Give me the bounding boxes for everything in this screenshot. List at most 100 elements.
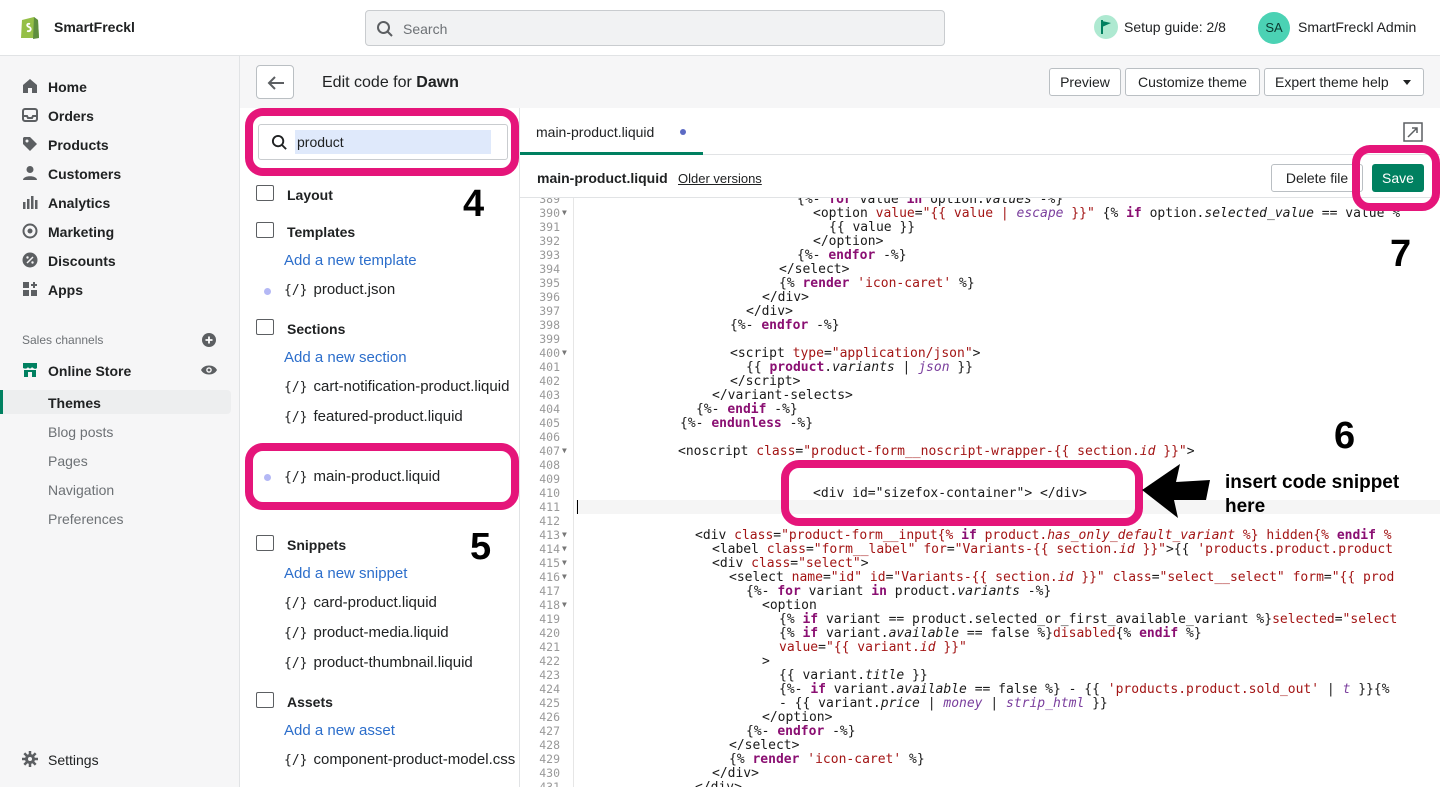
delete-file-button[interactable]: Delete file [1271, 164, 1363, 192]
sidebar-item-settings[interactable]: Settings [0, 745, 240, 773]
line-number: 417 [539, 584, 560, 598]
code-line: </variant-selects> [712, 388, 853, 403]
home-icon [23, 79, 37, 93]
code-line: <noscript class="product-form__noscript-… [678, 444, 1195, 459]
shopify-logo-icon[interactable] [18, 14, 42, 40]
sidebar-item-products[interactable]: Products [0, 130, 240, 158]
search-input[interactable]: Search [365, 10, 945, 46]
file-item[interactable]: {/} product.json [284, 281, 395, 298]
sidebar-item-label: Apps [48, 282, 83, 298]
top-bar: SmartFreckl Search Setup guide: 2/8 SA S… [0, 0, 1440, 56]
add-sales-channel-icon[interactable] [202, 333, 216, 347]
code-line: </select> [779, 262, 850, 277]
customize-theme-button[interactable]: Customize theme [1125, 68, 1260, 96]
tab-main-product[interactable]: main-product.liquid [536, 124, 654, 140]
fold-toggle-icon[interactable]: ▼ [562, 530, 567, 539]
highlight-ring-snippet [781, 460, 1143, 526]
sidebar-item-orders[interactable]: Orders [0, 101, 240, 129]
code-line: > [762, 654, 770, 669]
code-line: {%- endif -%} [696, 402, 798, 417]
line-number: 404 [539, 402, 560, 416]
sidebar-item-home[interactable]: Home [0, 72, 240, 100]
preview-button[interactable]: Preview [1049, 68, 1121, 96]
sidebar-item-pages[interactable]: Pages [48, 453, 88, 469]
file-name: product-thumbnail.liquid [313, 654, 473, 671]
add-section-link[interactable]: Add a new section [284, 349, 407, 366]
code-file-icon: {/} [284, 596, 308, 611]
folder-open-icon [256, 222, 274, 238]
line-number: 393 [539, 248, 560, 262]
store-name[interactable]: SmartFreckl [54, 19, 135, 35]
add-asset-link[interactable]: Add a new asset [284, 722, 395, 739]
older-versions-link[interactable]: Older versions [678, 171, 762, 186]
line-number: 392 [539, 234, 560, 248]
fold-toggle-icon[interactable]: ▼ [562, 572, 567, 581]
line-number: 405 [539, 416, 560, 430]
orders-icon [22, 108, 38, 122]
line-number: 430 [539, 766, 560, 780]
sidebar-item-themes[interactable]: Themes [48, 395, 101, 411]
fold-toggle-icon[interactable]: ▼ [562, 544, 567, 553]
sidebar-item-label: Products [48, 137, 109, 153]
line-number: 420 [539, 626, 560, 640]
line-number: 425 [539, 696, 560, 710]
code-line: <option [762, 598, 817, 613]
file-item[interactable]: {/} featured-product.liquid [284, 408, 463, 425]
fold-toggle-icon[interactable]: ▼ [562, 558, 567, 567]
line-number: 427 [539, 724, 560, 738]
avatar[interactable]: SA [1258, 12, 1290, 44]
page-title-prefix: Edit code for [322, 74, 412, 91]
setup-guide-label: Setup guide: 2/8 [1124, 19, 1226, 35]
line-number: 423 [539, 668, 560, 682]
sidebar-item-preferences[interactable]: Preferences [48, 511, 123, 527]
sidebar-item-blog-posts[interactable]: Blog posts [48, 424, 113, 440]
code-line: </select> [729, 738, 800, 753]
sidebar-item-navigation[interactable]: Navigation [48, 482, 114, 498]
code-line: <option value="{{ value | escape }}" {% … [813, 206, 1401, 221]
code-line: </script> [730, 374, 801, 389]
sidebar-item-marketing[interactable]: Marketing [0, 217, 240, 245]
line-number: 410 [539, 486, 560, 500]
eye-icon[interactable] [200, 363, 218, 377]
sidebar-item-customers[interactable]: Customers [0, 159, 240, 187]
code-line: </option> [762, 710, 833, 725]
line-number: 394 [539, 262, 560, 276]
line-number: 406 [539, 430, 560, 444]
file-item[interactable]: {/} product-thumbnail.liquid [284, 654, 473, 671]
file-item[interactable]: {/} component-product-model.css [284, 751, 515, 768]
pointer-arrow-icon [1142, 464, 1210, 518]
file-item[interactable]: {/} product-media.liquid [284, 624, 449, 641]
code-line: </div> [695, 780, 742, 787]
code-file-icon: {/} [284, 410, 308, 425]
line-number: 409 [539, 472, 560, 486]
unsaved-dot [680, 129, 686, 135]
code-line: {%- endfor -%} [746, 724, 856, 739]
sidebar-item-discounts[interactable]: Discounts [0, 246, 240, 274]
code-line: {{ variant.title }} [779, 668, 928, 683]
fold-toggle-icon[interactable]: ▼ [562, 446, 567, 455]
file-item[interactable]: {/} card-product.liquid [284, 594, 437, 611]
fold-toggle-icon[interactable]: ▼ [562, 600, 567, 609]
tag-icon [23, 137, 37, 151]
expert-theme-help-button[interactable]: Expert theme help [1264, 68, 1424, 96]
admin-name[interactable]: SmartFreckl Admin [1298, 19, 1416, 35]
line-number: 415 [539, 556, 560, 570]
theme-name: Dawn [416, 74, 459, 91]
line-number: 397 [539, 304, 560, 318]
file-item[interactable]: {/} cart-notification-product.liquid [284, 378, 509, 395]
arrow-left-icon [267, 76, 284, 90]
code-file-icon: {/} [284, 626, 308, 641]
line-number: 413 [539, 528, 560, 542]
line-number: 421 [539, 640, 560, 654]
back-button[interactable] [256, 65, 294, 99]
sidebar-item-analytics[interactable]: Analytics [0, 188, 240, 216]
sidebar-item-apps[interactable]: Apps [0, 275, 240, 303]
add-snippet-link[interactable]: Add a new snippet [284, 565, 407, 582]
add-template-link[interactable]: Add a new template [284, 252, 417, 269]
code-line: {%- for variant in product.variants -%} [746, 584, 1052, 599]
fold-toggle-icon[interactable]: ▼ [562, 208, 567, 217]
code-line: {% render 'icon-caret' %} [729, 752, 925, 767]
line-number: 428 [539, 738, 560, 752]
expand-icon[interactable] [1403, 122, 1423, 142]
fold-toggle-icon[interactable]: ▼ [562, 348, 567, 357]
